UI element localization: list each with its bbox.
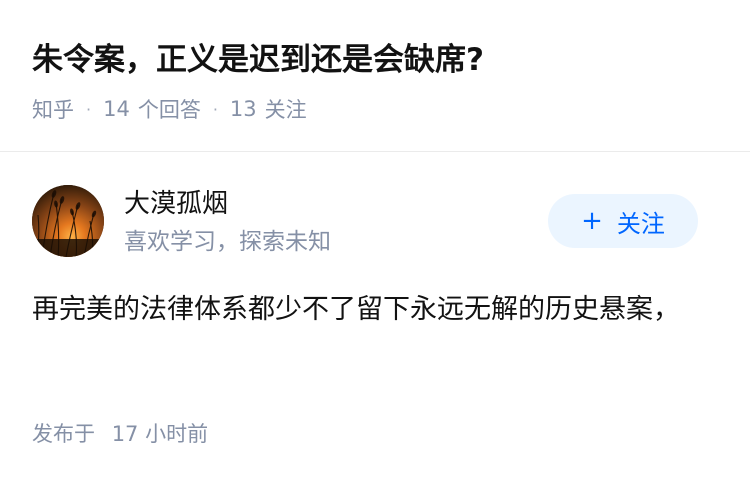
answer-content[interactable]: 再完美的法律体系都少不了留下永远无解的历史悬案， (32, 286, 712, 333)
follow-button-label: 关注 (616, 209, 665, 238)
follow-count: 13 (229, 97, 257, 121)
plus-icon: + (581, 206, 603, 236)
publish-value: 17 小时前 (111, 422, 209, 446)
answer-card: 大漠孤烟 喜欢学习，探索未知 + 关注 再完美的法律体系都少不了留下永远无解的历… (0, 152, 750, 486)
sunset-reeds-avatar-icon (32, 185, 104, 257)
answer-count: 14 (103, 97, 130, 121)
question-meta: 知乎 · 14 个回答 · 13 关注 (32, 95, 307, 123)
question-title[interactable]: 朱令案，正义是迟到还是会缺席? (32, 38, 484, 82)
follow-author-button[interactable]: + 关注 (548, 194, 698, 248)
follow-count-label[interactable]: 关注 (265, 94, 307, 124)
publish-time: 发布于 17 小时前 (32, 420, 208, 448)
author-name[interactable]: 大漠孤烟 (124, 186, 228, 222)
source-label[interactable]: 知乎 (32, 94, 74, 124)
meta-separator: · (86, 99, 92, 119)
avatar[interactable] (32, 185, 104, 257)
author-bio: 喜欢学习，探索未知 (124, 229, 331, 255)
page: 朱令案，正义是迟到还是会缺席? 知乎 · 14 个回答 · 13 关注 大漠孤烟… (0, 0, 750, 486)
question-header: 朱令案，正义是迟到还是会缺席? 知乎 · 14 个回答 · 13 关注 (0, 0, 750, 152)
meta-separator: · (212, 99, 218, 119)
publish-label: 发布于 (32, 422, 95, 446)
answer-count-label[interactable]: 个回答 (138, 94, 201, 124)
